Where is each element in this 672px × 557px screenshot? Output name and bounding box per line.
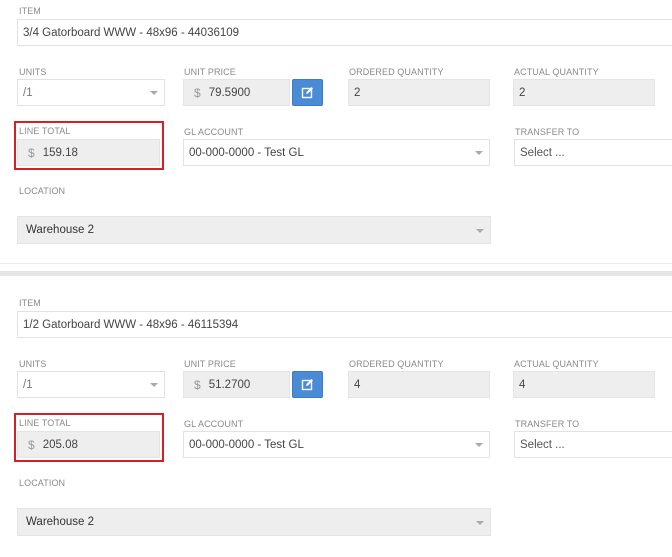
units-value: /1 [23, 86, 33, 99]
unit-price-value: 51.2700 [208, 378, 251, 391]
actual-quantity-label: ACTUAL QUANTITY [514, 359, 599, 369]
chevron-down-icon [476, 229, 484, 233]
units-select[interactable]: /1 [17, 79, 165, 106]
unit-price-label: UNIT PRICE [184, 359, 236, 369]
location-select[interactable]: Warehouse 2 [17, 216, 491, 244]
dollar-icon: $ [28, 145, 35, 160]
unit-price-field: $ 79.5900 [183, 79, 290, 106]
gl-account-label: GL ACCOUNT [184, 127, 244, 137]
item-label: ITEM [19, 6, 41, 16]
units-select[interactable]: /1 [17, 371, 165, 398]
line-total-value: 159.18 [42, 146, 78, 159]
line-item-1: ITEM 3/4 Gatorboard WWW - 48x96 - 440361… [0, 0, 672, 265]
location-label: LOCATION [19, 478, 66, 488]
actual-quantity-label: ACTUAL QUANTITY [514, 67, 599, 77]
edit-icon [301, 87, 313, 99]
line-total-field: $ 205.08 [17, 431, 160, 458]
actual-quantity-value: 2 [519, 86, 526, 99]
actual-quantity-value: 4 [519, 378, 526, 391]
chevron-down-icon [475, 443, 483, 447]
chevron-down-icon [475, 151, 483, 155]
gl-account-select[interactable]: 00-000-0000 - Test GL [183, 431, 490, 458]
gl-account-label: GL ACCOUNT [184, 419, 244, 429]
item-field[interactable]: 1/2 Gatorboard WWW - 48x96 - 46115394 [17, 311, 672, 338]
unit-price-value: 79.5900 [208, 86, 251, 99]
actual-quantity-field[interactable]: 4 [513, 371, 655, 398]
item-label: ITEM [19, 298, 41, 308]
ordered-quantity-value: 2 [354, 86, 361, 99]
chevron-down-icon [476, 521, 484, 525]
ordered-quantity-field: 2 [348, 79, 490, 106]
line-item-2: ITEM 1/2 Gatorboard WWW - 48x96 - 461153… [0, 292, 672, 557]
section-border [0, 263, 672, 264]
line-total-field: $ 159.18 [17, 139, 160, 166]
units-label: UNITS [19, 359, 47, 369]
dollar-icon: $ [28, 437, 35, 452]
location-label: LOCATION [19, 186, 66, 196]
unit-price-label: UNIT PRICE [184, 67, 236, 77]
ordered-quantity-value: 4 [354, 378, 361, 391]
ordered-quantity-label: ORDERED QUANTITY [349, 67, 444, 77]
item-value: 1/2 Gatorboard WWW - 48x96 - 46115394 [23, 318, 239, 331]
dollar-icon: $ [194, 85, 201, 100]
transfer-to-label: TRANSFER TO [515, 419, 580, 429]
gl-account-value: 00-000-0000 - Test GL [189, 146, 304, 159]
line-total-value: 205.08 [42, 438, 78, 451]
transfer-to-placeholder: Select ... [520, 438, 565, 451]
item-value: 3/4 Gatorboard WWW - 48x96 - 44036109 [23, 26, 240, 39]
transfer-to-select[interactable]: Select ... [514, 431, 672, 458]
location-value: Warehouse 2 [26, 516, 94, 528]
unit-price-field: $ 51.2700 [183, 371, 290, 398]
location-value: Warehouse 2 [26, 224, 94, 236]
section-divider [0, 271, 672, 276]
location-select[interactable]: Warehouse 2 [17, 508, 491, 536]
units-label: UNITS [19, 67, 47, 77]
gl-account-select[interactable]: 00-000-0000 - Test GL [183, 139, 490, 166]
transfer-to-select[interactable]: Select ... [514, 139, 672, 166]
edit-icon [301, 379, 313, 391]
ordered-quantity-label: ORDERED QUANTITY [349, 359, 444, 369]
ordered-quantity-field: 4 [348, 371, 490, 398]
edit-price-button[interactable] [292, 371, 323, 398]
transfer-to-label: TRANSFER TO [515, 127, 580, 137]
actual-quantity-field[interactable]: 2 [513, 79, 655, 106]
gl-account-value: 00-000-0000 - Test GL [189, 438, 304, 451]
chevron-down-icon [150, 91, 158, 95]
dollar-icon: $ [194, 377, 201, 392]
line-total-label: LINE TOTAL [19, 126, 71, 136]
line-total-label: LINE TOTAL [19, 418, 71, 428]
edit-price-button[interactable] [292, 79, 323, 106]
chevron-down-icon [150, 383, 158, 387]
item-field[interactable]: 3/4 Gatorboard WWW - 48x96 - 44036109 [17, 19, 672, 46]
transfer-to-placeholder: Select ... [520, 146, 565, 159]
units-value: /1 [23, 378, 33, 391]
